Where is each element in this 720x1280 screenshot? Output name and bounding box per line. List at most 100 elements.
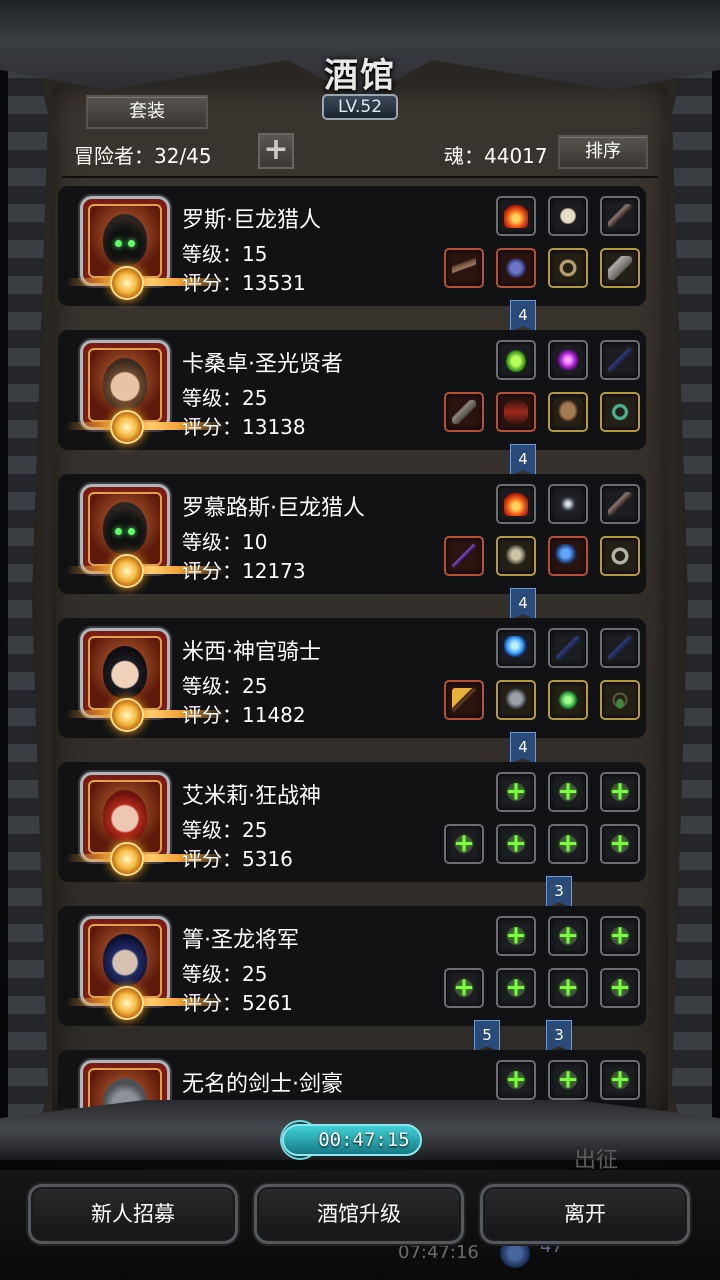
sage-portrait-icon bbox=[103, 357, 147, 410]
sleeve-icon bbox=[504, 400, 528, 424]
hero-card[interactable]: 无名的剑士·剑豪 等级 + + + bbox=[58, 1050, 646, 1108]
plus-icon: + bbox=[446, 970, 482, 1006]
hero-score: 评分：5261 bbox=[182, 991, 293, 1015]
helm-icon bbox=[504, 544, 528, 568]
axe-icon bbox=[556, 544, 580, 568]
mask-icon bbox=[556, 400, 580, 424]
equipment-slot[interactable] bbox=[496, 340, 536, 380]
hammer-icon bbox=[452, 688, 476, 712]
bracelet-icon bbox=[608, 544, 632, 568]
empty-equipment-slot[interactable]: + bbox=[548, 968, 588, 1008]
equipment-slot[interactable] bbox=[496, 680, 536, 720]
empty-equipment-slot[interactable]: + bbox=[600, 1060, 640, 1100]
plus-icon: + bbox=[498, 918, 534, 954]
equipment-slot[interactable] bbox=[548, 392, 588, 432]
equipment-slot[interactable] bbox=[548, 536, 588, 576]
quill-icon bbox=[608, 492, 632, 516]
equipment-slot[interactable] bbox=[600, 680, 640, 720]
rune-icon bbox=[556, 492, 580, 516]
empty-equipment-slot[interactable]: + bbox=[548, 1060, 588, 1100]
equipment-slot[interactable] bbox=[600, 484, 640, 524]
hero-card[interactable]: 罗斯·巨龙猎人 等级：15 评分：13531 bbox=[58, 186, 646, 306]
equipment-slot[interactable] bbox=[600, 196, 640, 236]
tavern-level-badge: LV.52 bbox=[322, 94, 398, 120]
hero-card[interactable]: 米西·神官骑士 等级：25 评分：11482 bbox=[58, 618, 646, 738]
empty-equipment-slot[interactable]: + bbox=[444, 968, 484, 1008]
equipment-slot[interactable] bbox=[496, 392, 536, 432]
plus-icon: + bbox=[550, 970, 586, 1006]
equipment-slot[interactable] bbox=[548, 248, 588, 288]
hero-list[interactable]: 罗斯·巨龙猎人 等级：15 评分：13531 4 卡桑卓·圣光贤者 等级：25 … bbox=[58, 186, 662, 1108]
hero-level: 等级：15 bbox=[182, 242, 268, 266]
hero-card[interactable]: 罗慕路斯·巨龙猎人 等级：10 评分：12173 bbox=[58, 474, 646, 594]
equipment-slot[interactable] bbox=[444, 680, 484, 720]
empty-equipment-slot[interactable]: + bbox=[548, 824, 588, 864]
wand-icon bbox=[556, 636, 580, 660]
hero-card[interactable]: 艾米莉·狂战神 等级：25 评分：5316 + + + + + + + bbox=[58, 762, 646, 882]
equipment-slot[interactable] bbox=[496, 484, 536, 524]
hero-card[interactable]: 箐·圣龙将军 等级：25 评分：5261 + + + + + + + bbox=[58, 906, 646, 1026]
equipment-slot[interactable] bbox=[496, 628, 536, 668]
equipment-slot[interactable] bbox=[548, 680, 588, 720]
empty-equipment-slot[interactable]: + bbox=[600, 916, 640, 956]
ring-icon bbox=[608, 400, 632, 424]
hero-card[interactable]: 卡桑卓·圣光贤者 等级：25 评分：13138 bbox=[58, 330, 646, 450]
empty-equipment-slot[interactable]: + bbox=[600, 772, 640, 812]
plus-icon: + bbox=[550, 826, 586, 862]
plus-icon: + bbox=[602, 774, 638, 810]
empty-equipment-slot[interactable]: + bbox=[496, 772, 536, 812]
sort-button[interactable]: 排序 bbox=[558, 135, 648, 169]
equipment-slot[interactable] bbox=[548, 484, 588, 524]
empty-equipment-slot[interactable]: + bbox=[600, 968, 640, 1008]
hero-name: 罗慕路斯·巨龙猎人 bbox=[182, 496, 365, 521]
empty-equipment-slot[interactable]: + bbox=[496, 1060, 536, 1100]
equipment-slot[interactable] bbox=[548, 340, 588, 380]
equipment-slot[interactable] bbox=[496, 196, 536, 236]
helm-icon bbox=[504, 688, 528, 712]
link-count-tag: 4 bbox=[510, 444, 536, 476]
hero-name: 卡桑卓·圣光贤者 bbox=[182, 352, 343, 377]
plus-icon: + bbox=[498, 970, 534, 1006]
recruit-button[interactable]: 新人招募 bbox=[28, 1184, 238, 1244]
hero-name: 无名的剑士·剑豪 bbox=[182, 1072, 343, 1097]
equipment-slot[interactable] bbox=[600, 628, 640, 668]
equipment-slot[interactable] bbox=[444, 536, 484, 576]
link-count-tag: 3 bbox=[546, 1020, 572, 1052]
equipment-slot[interactable] bbox=[548, 196, 588, 236]
empty-equipment-slot[interactable]: + bbox=[600, 824, 640, 864]
equipment-slot[interactable] bbox=[600, 340, 640, 380]
empty-equipment-slot[interactable]: + bbox=[444, 824, 484, 864]
equipment-slot[interactable] bbox=[600, 392, 640, 432]
bracer-icon bbox=[608, 256, 632, 280]
equipment-slot[interactable] bbox=[496, 536, 536, 576]
rank-medal-icon bbox=[110, 698, 144, 732]
background-expedition-label: 出征 bbox=[574, 1148, 619, 1173]
equipment-slot[interactable] bbox=[548, 628, 588, 668]
hero-score: 评分：13531 bbox=[182, 271, 306, 295]
plus-icon: + bbox=[550, 918, 586, 954]
hero-score: 评分：11482 bbox=[182, 703, 306, 727]
equipment-slot[interactable] bbox=[444, 248, 484, 288]
suit-button[interactable]: 套装 bbox=[86, 95, 208, 129]
sword-icon bbox=[452, 544, 476, 568]
upgrade-tavern-button[interactable]: 酒馆升级 bbox=[254, 1184, 464, 1244]
gem-icon bbox=[556, 688, 580, 712]
background-clock: 07:47:16 bbox=[398, 1242, 479, 1263]
empty-equipment-slot[interactable]: + bbox=[548, 916, 588, 956]
empty-equipment-slot[interactable]: + bbox=[496, 916, 536, 956]
add-adventurer-slot-button[interactable]: + bbox=[258, 133, 294, 169]
equipment-slot[interactable] bbox=[600, 248, 640, 288]
hammer-icon bbox=[452, 400, 476, 424]
plus-icon: + bbox=[263, 132, 289, 167]
empty-equipment-slot[interactable]: + bbox=[496, 824, 536, 864]
soul-count: 魂：44017 bbox=[444, 144, 548, 168]
empty-equipment-slot[interactable]: + bbox=[548, 772, 588, 812]
equipment-slot[interactable] bbox=[496, 248, 536, 288]
equipment-slot[interactable] bbox=[600, 536, 640, 576]
leave-button[interactable]: 离开 bbox=[480, 1184, 690, 1244]
hooded-hunter-portrait-icon bbox=[103, 213, 147, 266]
page-title: 酒馆 bbox=[324, 56, 396, 96]
equipment-slot[interactable] bbox=[444, 392, 484, 432]
empty-equipment-slot[interactable]: + bbox=[496, 968, 536, 1008]
divider bbox=[62, 176, 658, 178]
